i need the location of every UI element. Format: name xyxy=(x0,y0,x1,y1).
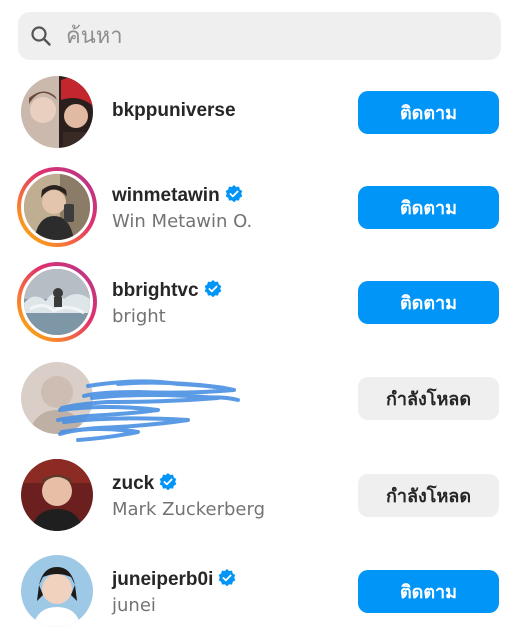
follow-button[interactable]: ติดตาม xyxy=(358,91,499,134)
full-name: bright xyxy=(112,306,166,327)
full-name: junei xyxy=(112,595,156,616)
avatar[interactable] xyxy=(17,72,97,152)
verified-badge-icon xyxy=(219,569,236,587)
list-item[interactable]: bkppuniverse ติดตาม xyxy=(0,72,520,164)
redaction-scribble xyxy=(56,379,240,442)
username-row: zuck xyxy=(112,473,177,495)
search-icon xyxy=(31,26,51,46)
full-name: Mark Zuckerberg xyxy=(112,499,266,520)
verified-badge-icon xyxy=(225,185,242,203)
username[interactable]: juneiperb0i xyxy=(112,569,213,590)
search-bar[interactable] xyxy=(18,12,501,60)
verified-badge-icon xyxy=(159,473,177,491)
verified-badge-icon xyxy=(204,280,221,298)
avatar[interactable] xyxy=(17,167,97,247)
username[interactable]: zuck xyxy=(112,473,154,494)
list-item[interactable]: zuck Mark Zuckerberg กำลังโหลด xyxy=(0,455,520,547)
loading-button[interactable]: กำลังโหลด xyxy=(358,377,499,420)
username-row: juneiperb0i xyxy=(112,569,236,591)
follow-button[interactable]: ติดตาม xyxy=(358,570,499,613)
full-name: Win Metawin O. xyxy=(112,211,253,232)
username[interactable]: bkppuniverse xyxy=(112,100,236,122)
username-row: bbrightvc xyxy=(112,280,222,302)
follow-button[interactable]: ติดตาม xyxy=(358,186,499,229)
username-row: winmetawin xyxy=(112,185,243,207)
username[interactable]: winmetawin xyxy=(112,185,220,206)
avatar[interactable] xyxy=(17,455,97,535)
loading-button[interactable]: กำลังโหลด xyxy=(358,474,499,517)
avatar[interactable] xyxy=(17,262,97,342)
follow-button[interactable]: ติดตาม xyxy=(358,281,499,324)
list-item[interactable]: bbrightvc bright ติดตาม xyxy=(0,262,520,354)
list-item[interactable]: winmetawin Win Metawin O. ติดตาม xyxy=(0,167,520,259)
list-item[interactable]: juneiperb0i junei ติดตาม xyxy=(0,551,520,643)
avatar[interactable] xyxy=(17,551,97,631)
search-input[interactable] xyxy=(66,12,486,60)
username[interactable]: bbrightvc xyxy=(112,280,199,301)
